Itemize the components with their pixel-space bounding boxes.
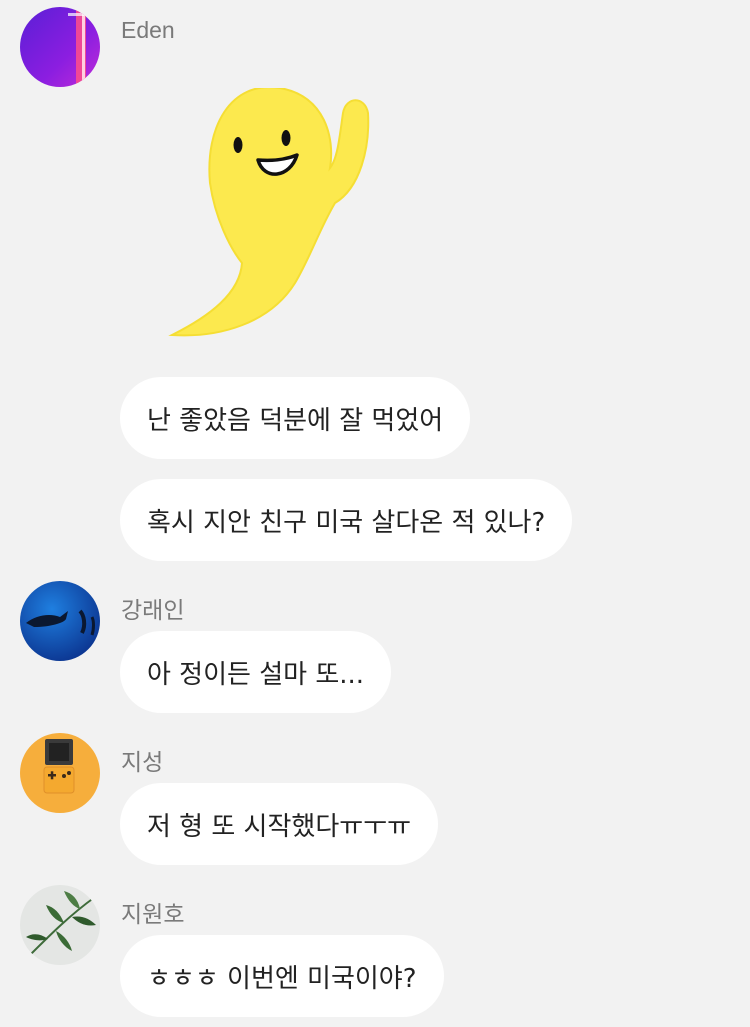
message-bubble[interactable]: 난 좋았음 덕분에 잘 먹었어 [120, 377, 471, 459]
sender-name: 강래인 [121, 597, 185, 623]
message-bubble[interactable]: 혹시 지안 친구 미국 살다온 적 있나? [120, 479, 573, 561]
avatar-jisung[interactable] [20, 733, 100, 813]
avatar-jiwonho[interactable] [20, 885, 100, 965]
avatar-eden[interactable] [20, 7, 100, 87]
avatar-kangraein[interactable] [20, 581, 100, 661]
sender-name: 지원호 [121, 901, 185, 927]
message-bubble[interactable]: 아 정이든 설마 또... [120, 631, 392, 713]
sender-name: Eden [121, 17, 175, 43]
message-bubble[interactable]: 저 형 또 시작했다ㅠㅜㅠ [120, 783, 438, 865]
message-bubble[interactable]: ㅎㅎㅎ 이번엔 미국이야? [120, 935, 444, 1017]
sender-name: 지성 [121, 749, 164, 775]
ghost-sticker[interactable] [160, 86, 410, 352]
